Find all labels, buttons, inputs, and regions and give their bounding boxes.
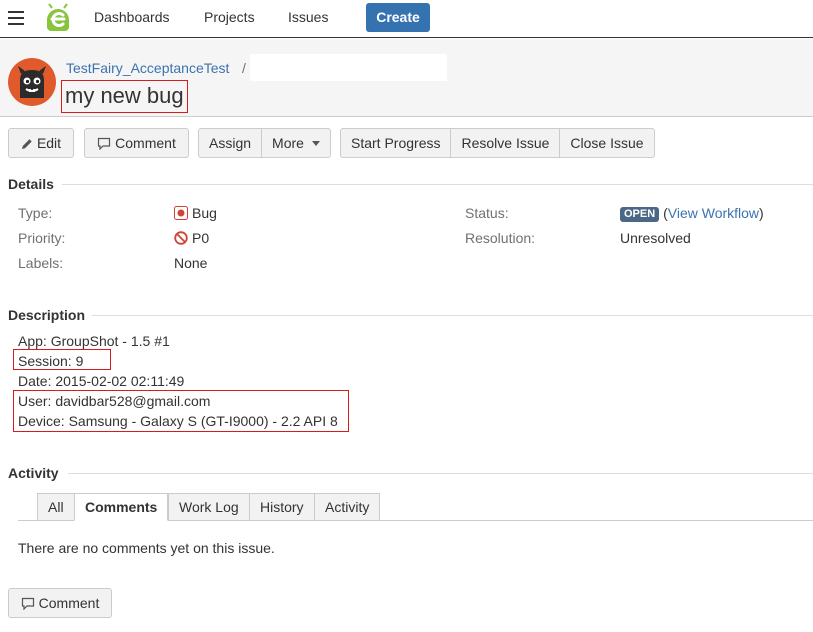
project-avatar[interactable] bbox=[8, 58, 56, 106]
description-date-line: Date: 2015-02-02 02:11:49 bbox=[18, 373, 185, 389]
breadcrumb-separator: / bbox=[242, 60, 246, 76]
resolve-issue-button[interactable]: Resolve Issue bbox=[451, 129, 561, 157]
tab-history[interactable]: History bbox=[249, 493, 315, 521]
resolution-value: Unresolved bbox=[620, 230, 691, 246]
issue-header: TestFairy_AcceptanceTest / my new bug bbox=[0, 39, 813, 117]
close-issue-button[interactable]: Close Issue bbox=[560, 129, 653, 157]
pencil-icon bbox=[21, 139, 32, 149]
priority-label: Priority: bbox=[18, 230, 66, 246]
assign-button[interactable]: Assign bbox=[199, 129, 263, 157]
tab-work-log[interactable]: Work Log bbox=[168, 493, 250, 521]
resolution-label: Resolution: bbox=[465, 230, 536, 246]
add-comment-button[interactable]: Comment bbox=[8, 588, 112, 618]
priority-value: P0 bbox=[174, 230, 209, 246]
nav-projects[interactable]: Projects bbox=[204, 9, 255, 25]
breadcrumb-project-link[interactable]: TestFairy_AcceptanceTest bbox=[66, 60, 229, 76]
nav-dashboards[interactable]: Dashboards bbox=[94, 9, 170, 25]
comment-button[interactable]: Comment bbox=[84, 128, 189, 158]
add-comment-button-label: Comment bbox=[38, 595, 100, 611]
edit-button[interactable]: Edit bbox=[8, 128, 74, 158]
type-label: Type: bbox=[18, 205, 53, 221]
issue-summary-title[interactable]: my new bug bbox=[61, 80, 188, 113]
top-navigation-bar: Dashboards Projects Issues Create bbox=[0, 0, 813, 38]
tab-activity[interactable]: Activity bbox=[314, 493, 381, 521]
assign-more-group: Assign More bbox=[198, 128, 331, 158]
description-device-line: Device: Samsung - Galaxy S (GT-I9000) - … bbox=[18, 413, 338, 429]
type-value-text: Bug bbox=[192, 205, 217, 221]
create-button[interactable]: Create bbox=[366, 3, 430, 32]
tab-comments[interactable]: Comments bbox=[74, 493, 169, 521]
caret-down-icon bbox=[311, 141, 320, 146]
no-comments-message: There are no comments yet on this issue. bbox=[18, 540, 275, 556]
bug-type-icon bbox=[174, 206, 188, 220]
view-workflow-wrapper: (View Workflow) bbox=[663, 205, 764, 221]
start-progress-button[interactable]: Start Progress bbox=[341, 129, 452, 157]
status-badge: OPEN bbox=[620, 207, 660, 222]
hamburger-menu-icon[interactable] bbox=[8, 11, 24, 25]
edit-button-label: Edit bbox=[36, 135, 62, 151]
labels-label: Labels: bbox=[18, 255, 64, 271]
status-value: OPEN (View Workflow) bbox=[620, 205, 764, 222]
speech-bubble-icon bbox=[21, 597, 34, 610]
activity-tabs: All Comments Work Log History Activity bbox=[18, 493, 813, 521]
tab-all[interactable]: All bbox=[37, 493, 75, 521]
description-user-line: User: davidbar528@gmail.com bbox=[18, 393, 211, 409]
blocker-priority-icon bbox=[174, 231, 188, 245]
session-link[interactable]: Session: 9 bbox=[18, 353, 83, 369]
view-workflow-link[interactable]: View Workflow bbox=[668, 205, 759, 221]
speech-bubble-icon bbox=[98, 137, 111, 150]
type-value: Bug bbox=[174, 205, 217, 221]
nav-issues[interactable]: Issues bbox=[288, 9, 328, 25]
labels-value: None bbox=[174, 255, 208, 271]
breadcrumb-issue-key-redacted bbox=[250, 54, 447, 81]
description-app-line: App: GroupShot - 1.5 #1 bbox=[18, 333, 170, 349]
description-divider bbox=[92, 315, 813, 316]
details-section-title: Details bbox=[8, 176, 54, 192]
app-logo-icon[interactable] bbox=[44, 3, 72, 33]
priority-value-text: P0 bbox=[192, 230, 210, 246]
activity-divider bbox=[68, 473, 813, 474]
details-divider bbox=[62, 184, 813, 185]
comment-button-label: Comment bbox=[115, 135, 176, 151]
more-button-label: More bbox=[272, 135, 304, 151]
more-dropdown-button[interactable]: More bbox=[262, 129, 330, 157]
workflow-buttons-group: Start Progress Resolve Issue Close Issue bbox=[340, 128, 655, 158]
activity-section-title: Activity bbox=[8, 465, 59, 481]
status-label: Status: bbox=[465, 205, 509, 221]
description-section-title: Description bbox=[8, 307, 86, 323]
